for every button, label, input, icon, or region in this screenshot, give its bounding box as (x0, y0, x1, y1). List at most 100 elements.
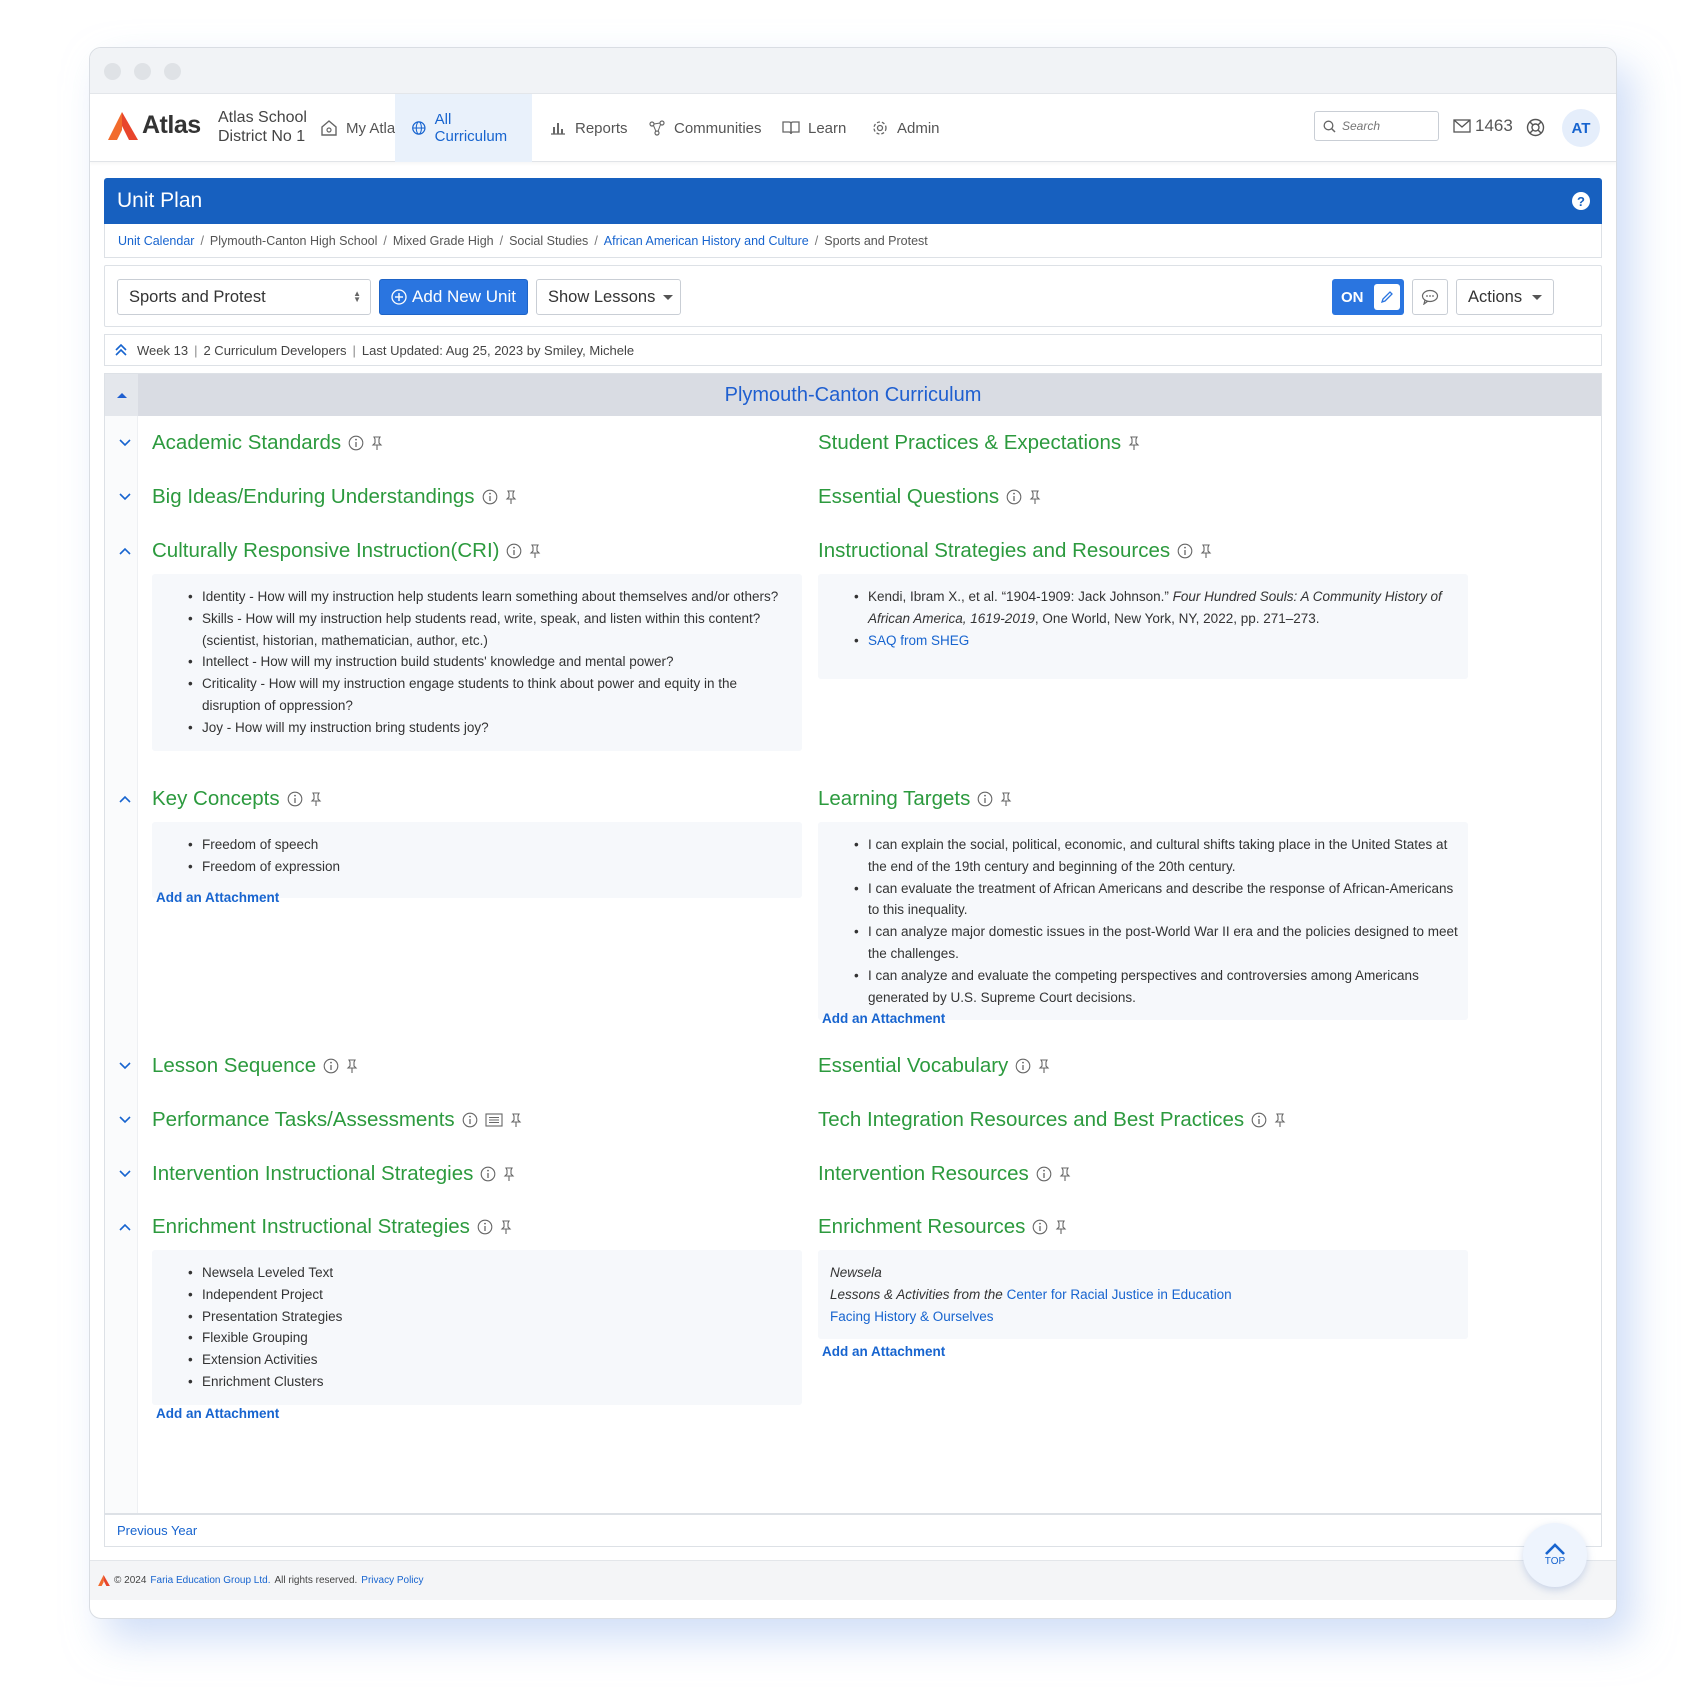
saq-sheg-link[interactable]: SAQ from SHEG (868, 633, 969, 648)
nav-reports[interactable]: Reports (533, 94, 644, 162)
info-icon[interactable] (462, 1112, 478, 1128)
window-close-dot[interactable] (104, 63, 121, 80)
chevron-down-icon[interactable] (118, 436, 132, 450)
pin-icon[interactable] (1029, 489, 1041, 505)
list-icon[interactable] (485, 1113, 503, 1127)
chevron-up-icon[interactable] (118, 544, 132, 558)
collapse-curriculum-button[interactable] (105, 374, 138, 416)
pin-icon[interactable] (1000, 791, 1012, 807)
section-intervention-strategies[interactable]: Intervention Instructional Strategies (119, 1159, 515, 1189)
top-label: TOP (1544, 1556, 1566, 1567)
pin-icon[interactable] (500, 1219, 512, 1235)
section-essential-vocabulary[interactable]: Essential Vocabulary (818, 1051, 1050, 1081)
center-racial-justice-link[interactable]: Center for Racial Justice in Education (1007, 1287, 1232, 1302)
main-content: Unit Plan ? Unit Calendar / Plymouth-Cant… (104, 178, 1602, 1515)
section-intervention-resources[interactable]: Intervention Resources (818, 1159, 1071, 1189)
add-attachment-link[interactable]: Add an Attachment (822, 1344, 945, 1359)
meta-developers[interactable]: 2 Curriculum Developers (203, 343, 346, 358)
meta-last-updated: Last Updated: Aug 25, 2023 by Smiley, Mi… (361, 342, 635, 358)
pin-icon[interactable] (346, 1058, 358, 1074)
pin-icon[interactable] (1059, 1166, 1071, 1182)
section-title[interactable]: Key Concepts (152, 787, 280, 811)
chevron-up-icon[interactable] (118, 1220, 132, 1234)
actions-dropdown[interactable]: Actions (1456, 279, 1554, 315)
search-input[interactable] (1342, 119, 1432, 133)
previous-year-link[interactable]: Previous Year (117, 1523, 197, 1538)
window-minimize-dot[interactable] (134, 63, 151, 80)
section-student-practices[interactable]: Student Practices & Expectations (818, 428, 1140, 458)
nav-communities[interactable]: Communities (632, 94, 778, 162)
info-icon[interactable] (480, 1166, 496, 1182)
chevron-up-icon[interactable] (118, 792, 132, 806)
show-lessons-label: Show Lessons (548, 287, 656, 306)
atlas-logo[interactable]: Atlas (108, 111, 201, 140)
info-icon[interactable] (1251, 1112, 1267, 1128)
scroll-to-top-button[interactable]: TOP (1523, 1523, 1587, 1587)
pin-icon[interactable] (510, 1112, 522, 1128)
privacy-policy-link[interactable]: Privacy Policy (361, 1575, 423, 1586)
section-essential-questions[interactable]: Essential Questions (818, 482, 1041, 512)
pin-icon[interactable] (503, 1166, 515, 1182)
info-icon[interactable] (506, 543, 522, 559)
pin-icon[interactable] (371, 435, 383, 451)
lifebuoy-help-icon[interactable] (1526, 118, 1545, 137)
add-attachment-link[interactable]: Add an Attachment (822, 1011, 945, 1026)
info-icon[interactable] (1177, 543, 1193, 559)
chevron-down-icon[interactable] (118, 1059, 132, 1073)
section-title[interactable]: Culturally Responsive Instruction(CRI) (152, 539, 499, 563)
comment-icon (1421, 289, 1439, 305)
section-academic-standards[interactable]: Academic Standards (119, 428, 383, 458)
section-title[interactable]: Instructional Strategies and Resources (818, 539, 1170, 563)
info-icon[interactable] (1036, 1166, 1052, 1182)
section-title[interactable]: Enrichment Instructional Strategies (152, 1215, 470, 1239)
info-icon[interactable] (477, 1219, 493, 1235)
unit-select[interactable]: Sports and Protest ▲ ▼ (117, 279, 371, 315)
info-icon[interactable] (348, 435, 364, 451)
mail-icon (1453, 119, 1471, 133)
double-chevron-up-icon[interactable] (105, 344, 137, 356)
comments-button[interactable] (1412, 279, 1448, 315)
chevron-down-icon[interactable] (118, 1113, 132, 1127)
chevron-down-icon[interactable] (118, 490, 132, 504)
show-lessons-dropdown[interactable]: Show Lessons (536, 279, 681, 315)
footer-company-link[interactable]: Faria Education Group Ltd. (150, 1575, 270, 1586)
section-tech-integration[interactable]: Tech Integration Resources and Best Prac… (818, 1105, 1286, 1135)
add-attachment-link[interactable]: Add an Attachment (156, 1406, 279, 1421)
section-lesson-sequence[interactable]: Lesson Sequence (119, 1051, 358, 1081)
pin-icon[interactable] (529, 543, 541, 559)
facing-history-link[interactable]: Facing History & Ourselves (830, 1309, 994, 1324)
info-icon[interactable] (1006, 489, 1022, 505)
section-performance-tasks[interactable]: Performance Tasks/Assessments (119, 1105, 522, 1135)
help-icon[interactable]: ? (1572, 192, 1590, 210)
breadcrumb-unit-calendar[interactable]: Unit Calendar (118, 234, 194, 248)
search-box[interactable] (1314, 111, 1439, 141)
chevron-down-icon[interactable] (118, 1167, 132, 1181)
nav-learn[interactable]: Learn (766, 94, 862, 162)
edit-mode-toggle[interactable]: ON (1332, 279, 1404, 315)
user-avatar[interactable]: AT (1562, 109, 1600, 147)
pin-icon[interactable] (1274, 1112, 1286, 1128)
info-icon[interactable] (977, 791, 993, 807)
nav-admin[interactable]: Admin (855, 94, 956, 162)
breadcrumb-course[interactable]: African American History and Culture (604, 234, 809, 248)
info-icon[interactable] (287, 791, 303, 807)
inbox-button[interactable]: 1463 (1453, 116, 1513, 136)
pin-icon[interactable] (505, 489, 517, 505)
section-big-ideas[interactable]: Big Ideas/Enduring Understandings (119, 482, 517, 512)
pin-icon[interactable] (1038, 1058, 1050, 1074)
add-new-unit-button[interactable]: Add New Unit (379, 279, 528, 315)
info-icon[interactable] (323, 1058, 339, 1074)
section-title[interactable]: Enrichment Resources (818, 1215, 1025, 1239)
pin-icon[interactable] (310, 791, 322, 807)
window-maximize-dot[interactable] (164, 63, 181, 80)
info-icon[interactable] (1015, 1058, 1031, 1074)
pin-icon[interactable] (1128, 435, 1140, 451)
nav-all-curriculum[interactable]: All Curriculum (395, 94, 532, 162)
add-attachment-link[interactable]: Add an Attachment (156, 890, 279, 905)
citation-tail: , One World, New York, NY, 2022, pp. 271… (1034, 610, 1320, 626)
section-title[interactable]: Learning Targets (818, 787, 970, 811)
info-icon[interactable] (482, 489, 498, 505)
pin-icon[interactable] (1200, 543, 1212, 559)
info-icon[interactable] (1032, 1219, 1048, 1235)
pin-icon[interactable] (1055, 1219, 1067, 1235)
